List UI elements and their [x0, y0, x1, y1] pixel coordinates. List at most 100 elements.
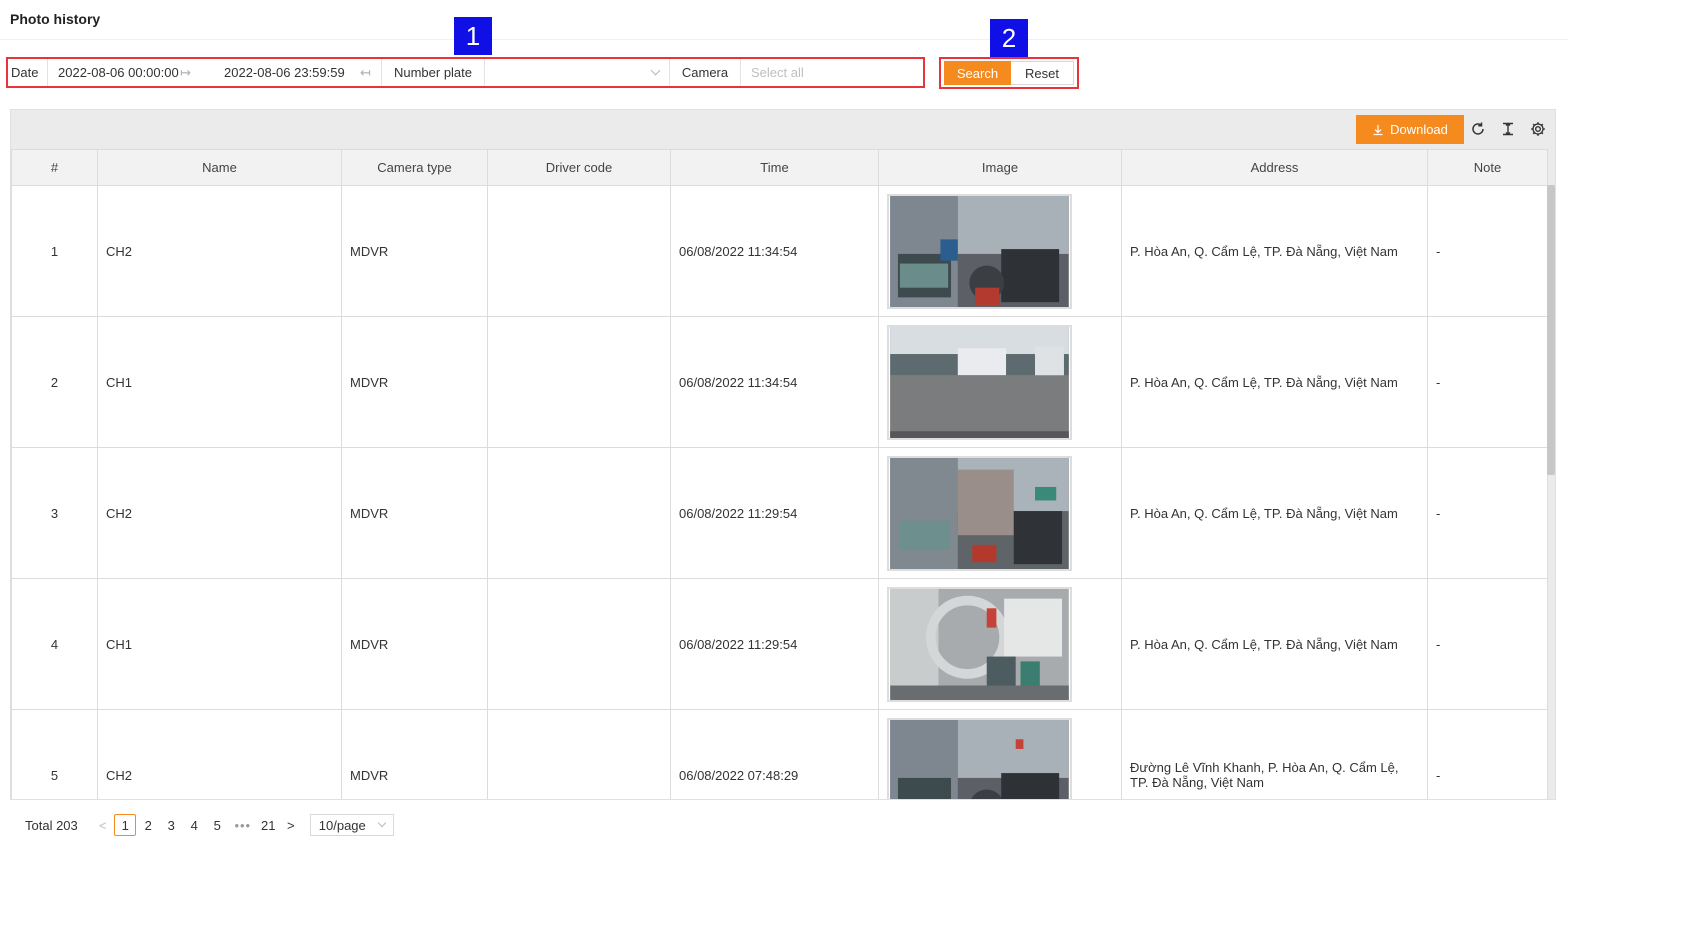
row-time: 06/08/2022 11:34:54 [670, 316, 879, 448]
photo-thumbnail[interactable] [887, 717, 1072, 801]
row-time: 06/08/2022 11:29:54 [670, 447, 879, 579]
column-header-camera-type[interactable]: Camera type [341, 149, 488, 186]
prev-page-icon[interactable]: < [92, 818, 114, 833]
column-header-image[interactable]: Image [878, 149, 1122, 186]
table-header-row: # Name Camera type Driver code Time Imag… [11, 149, 1548, 186]
table-row[interactable]: 3 CH2 MDVR 06/08/2022 11:29:54 P. Hòa An… [11, 447, 1548, 579]
row-driver-code [487, 185, 671, 317]
table-row[interactable]: 1 CH2 MDVR 06/08/2022 11:34:54 P. Hòa An… [11, 185, 1548, 317]
page-ellipsis[interactable]: ••• [229, 818, 257, 833]
row-camera-type: MDVR [341, 316, 488, 448]
row-time: 06/08/2022 11:29:54 [670, 578, 879, 710]
photo-thumbnail[interactable] [887, 586, 1072, 702]
page-size-value: 10/page [318, 817, 366, 833]
filter-bar: Date 2022-08-06 00:00:00 ↦ 2022-08-06 23… [6, 57, 925, 88]
row-name: CH2 [97, 447, 342, 579]
page-2-button[interactable]: 2 [137, 814, 159, 836]
row-time: 06/08/2022 07:48:29 [670, 709, 879, 799]
table-row[interactable]: 5 CH2 MDVR 06/08/2022 07:48:29 Đường Lê … [11, 709, 1548, 801]
row-driver-code [487, 578, 671, 710]
download-button[interactable]: Download [1356, 115, 1464, 144]
date-start-value[interactable]: 2022-08-06 00:00:00 [58, 65, 180, 80]
row-height-icon[interactable] [1497, 118, 1519, 140]
action-buttons: Search Reset [939, 57, 1079, 89]
column-header-name[interactable]: Name [97, 149, 342, 186]
number-plate-label: Number plate [382, 59, 485, 86]
range-end-arrow-icon: ↤ [360, 64, 371, 80]
date-range-picker[interactable]: 2022-08-06 00:00:00 ↦ 2022-08-06 23:59:5… [48, 59, 382, 86]
column-header-time[interactable]: Time [670, 149, 879, 186]
column-header-number[interactable]: # [11, 149, 98, 186]
row-note: - [1427, 447, 1548, 579]
row-camera-type: MDVR [341, 578, 488, 710]
column-header-driver-code[interactable]: Driver code [487, 149, 671, 186]
download-icon [1373, 124, 1383, 135]
date-label: Date [8, 59, 48, 86]
row-driver-code [487, 447, 671, 579]
row-time: 06/08/2022 11:34:54 [670, 185, 879, 317]
row-name: CH1 [97, 316, 342, 448]
row-driver-code [487, 316, 671, 448]
row-note: - [1427, 185, 1548, 317]
row-driver-code [487, 709, 671, 799]
total-count: Total 203 [25, 817, 78, 833]
row-address: P. Hòa An, Q. Cẩm Lệ, TP. Đà Nẵng, Việt … [1121, 316, 1428, 448]
row-note: - [1427, 316, 1548, 448]
settings-gear-icon[interactable] [1527, 118, 1549, 140]
range-start-arrow-icon: ↦ [180, 64, 191, 80]
search-button[interactable]: Search [944, 61, 1011, 85]
pagination: Total 203 < 1 2 3 4 5 ••• 21 > 10/page [25, 813, 394, 837]
page-size-select[interactable]: 10/page [309, 814, 394, 836]
row-note: - [1427, 709, 1548, 799]
table-scrollbar[interactable] [1547, 185, 1555, 475]
callout-badge-2: 2 [990, 19, 1028, 57]
page-1-button[interactable]: 1 [114, 814, 137, 836]
row-address: Đường Lê Vĩnh Khanh, P. Hòa An, Q. Cẩm L… [1121, 709, 1428, 799]
row-number: 2 [11, 316, 98, 448]
camera-select[interactable]: Select all [741, 59, 923, 86]
number-plate-select[interactable] [485, 59, 670, 86]
photo-thumbnail[interactable] [887, 324, 1072, 440]
column-header-note[interactable]: Note [1427, 149, 1548, 186]
row-camera-type: MDVR [341, 185, 488, 317]
row-number: 5 [11, 709, 98, 799]
row-note: - [1427, 578, 1548, 710]
page-title: Photo history [10, 11, 101, 27]
photo-history-table: # Name Camera type Driver code Time Imag… [11, 149, 1548, 801]
row-camera-type: MDVR [341, 447, 488, 579]
row-number: 4 [11, 578, 98, 710]
row-name: CH2 [97, 185, 342, 317]
table-row[interactable]: 2 CH1 MDVR 06/08/2022 11:34:54 P. Hòa An… [11, 316, 1548, 448]
date-end-value[interactable]: 2022-08-06 23:59:59 [224, 65, 346, 80]
photo-thumbnail[interactable] [887, 193, 1072, 309]
row-image-cell [878, 709, 1122, 801]
page-4-button[interactable]: 4 [183, 814, 205, 836]
page-last-button[interactable]: 21 [257, 814, 279, 836]
page-3-button[interactable]: 3 [160, 814, 182, 836]
page-5-button[interactable]: 5 [206, 814, 228, 836]
row-image-cell [878, 316, 1122, 448]
chevron-down-icon [650, 65, 661, 76]
table-panel: Download # Name Camera type Driver code … [10, 109, 1556, 800]
refresh-icon[interactable] [1467, 118, 1489, 140]
row-name: CH1 [97, 578, 342, 710]
download-label: Download [1390, 122, 1448, 137]
row-camera-type: MDVR [341, 709, 488, 799]
row-number: 3 [11, 447, 98, 579]
photo-thumbnail[interactable] [887, 455, 1072, 571]
row-image-cell [878, 447, 1122, 579]
row-name: CH2 [97, 709, 342, 799]
next-page-icon[interactable]: > [280, 818, 302, 833]
chevron-down-icon [377, 818, 387, 828]
camera-label: Camera [670, 59, 741, 86]
reset-button[interactable]: Reset [1011, 61, 1074, 85]
row-address: P. Hòa An, Q. Cẩm Lệ, TP. Đà Nẵng, Việt … [1121, 578, 1428, 710]
row-number: 1 [11, 185, 98, 317]
row-image-cell [878, 185, 1122, 317]
column-header-address[interactable]: Address [1121, 149, 1428, 186]
row-address: P. Hòa An, Q. Cẩm Lệ, TP. Đà Nẵng, Việt … [1121, 447, 1428, 579]
row-address: P. Hòa An, Q. Cẩm Lệ, TP. Đà Nẵng, Việt … [1121, 185, 1428, 317]
title-divider [0, 39, 1568, 40]
table-row[interactable]: 4 CH1 MDVR 06/08/2022 11:29:54 P. Hòa An… [11, 578, 1548, 710]
callout-badge-1: 1 [454, 17, 492, 55]
